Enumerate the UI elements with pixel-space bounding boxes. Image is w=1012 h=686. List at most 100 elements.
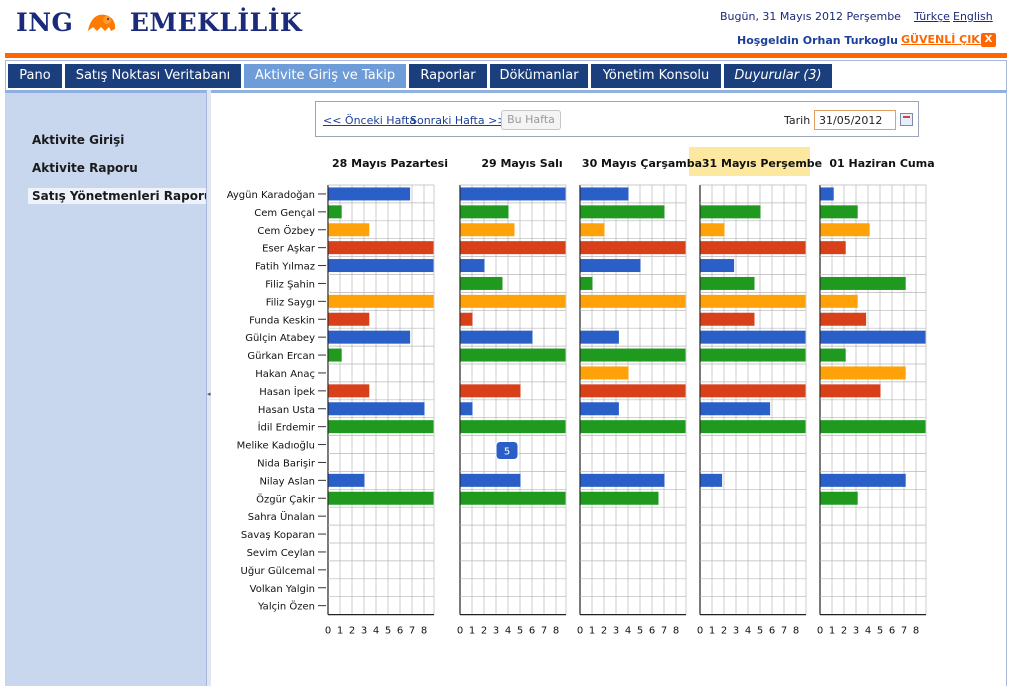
activity-bar[interactable] <box>700 312 755 326</box>
activity-bar[interactable] <box>580 187 629 201</box>
person-label: Cem Özbey <box>257 224 315 237</box>
activity-bar[interactable] <box>700 402 771 416</box>
activity-bar[interactable] <box>328 312 370 326</box>
x-tick-label: 2 <box>349 626 355 637</box>
activity-bar[interactable] <box>820 348 846 362</box>
x-tick-label: 8 <box>793 626 799 637</box>
x-tick-label: 1 <box>829 626 835 637</box>
activity-bar[interactable] <box>460 473 521 487</box>
activity-bar[interactable] <box>820 330 926 344</box>
activity-bar[interactable] <box>328 241 434 255</box>
x-tick-label: 6 <box>769 626 775 637</box>
activity-bar[interactable] <box>580 473 665 487</box>
activity-bar[interactable] <box>580 366 629 380</box>
x-tick-label: 7 <box>541 626 547 637</box>
activity-bar[interactable] <box>580 384 686 398</box>
activity-bar[interactable] <box>328 205 342 219</box>
activity-bar[interactable] <box>820 241 846 255</box>
activity-bar[interactable] <box>460 294 566 308</box>
activity-bar[interactable] <box>700 330 806 344</box>
x-tick-label: 1 <box>709 626 715 637</box>
activity-bar[interactable] <box>580 223 605 237</box>
activity-bar[interactable] <box>460 384 521 398</box>
x-tick-label: 4 <box>745 626 751 637</box>
person-label: Cem Gençal <box>254 208 315 219</box>
activity-bar[interactable] <box>700 420 806 434</box>
x-tick-label: 3 <box>613 626 619 637</box>
activity-bar[interactable] <box>820 366 906 380</box>
x-tick-label: 8 <box>553 626 559 637</box>
person-label: Nida Barişir <box>257 458 316 469</box>
activity-bar[interactable] <box>700 473 723 487</box>
activity-bar[interactable] <box>820 312 867 326</box>
person-label: Fatih Yılmaz <box>255 262 315 273</box>
activity-bar[interactable] <box>460 402 473 416</box>
activity-bar[interactable] <box>820 384 881 398</box>
activity-bar[interactable] <box>328 348 342 362</box>
activity-bar[interactable] <box>460 491 566 505</box>
x-tick-label: 8 <box>673 626 679 637</box>
activity-bar[interactable] <box>580 491 659 505</box>
activity-bar[interactable] <box>580 294 686 308</box>
activity-bar[interactable] <box>820 223 870 237</box>
activity-bar[interactable] <box>580 276 593 290</box>
activity-bar[interactable] <box>580 330 619 344</box>
activity-bar[interactable] <box>700 259 735 273</box>
activity-bar[interactable] <box>328 491 434 505</box>
x-tick-label: 5 <box>385 626 391 637</box>
activity-bar[interactable] <box>460 241 566 255</box>
activity-bar[interactable] <box>820 205 858 219</box>
person-label: Hasan Usta <box>258 405 315 416</box>
activity-bar[interactable] <box>328 223 370 237</box>
activity-bar[interactable] <box>580 402 619 416</box>
person-label: Filiz Şahin <box>265 279 315 290</box>
activity-bar[interactable] <box>700 241 806 255</box>
activity-bar[interactable] <box>820 491 858 505</box>
activity-bar[interactable] <box>328 420 434 434</box>
x-tick-label: 5 <box>637 626 643 637</box>
activity-bar[interactable] <box>328 187 411 201</box>
activity-bar[interactable] <box>700 276 755 290</box>
activity-bar[interactable] <box>820 187 834 201</box>
activity-bar[interactable] <box>460 276 503 290</box>
person-label: Yalçin Özen <box>257 600 315 613</box>
activity-bar[interactable] <box>700 294 806 308</box>
activity-bar[interactable] <box>460 259 485 273</box>
person-label: Volkan Yalgin <box>250 584 315 595</box>
activity-bar[interactable] <box>328 259 434 273</box>
activity-bar[interactable] <box>700 205 761 219</box>
person-label: Aygün Karadoğan <box>227 189 315 201</box>
activity-bar[interactable] <box>700 384 806 398</box>
activity-bar[interactable] <box>328 473 365 487</box>
activity-bar[interactable] <box>460 223 515 237</box>
activity-bar[interactable] <box>460 205 509 219</box>
activity-bar[interactable] <box>580 420 686 434</box>
person-label: Hakan Anaç <box>255 369 315 380</box>
activity-bar[interactable] <box>460 420 566 434</box>
x-tick-label: 0 <box>457 626 463 637</box>
activity-bar[interactable] <box>460 348 566 362</box>
activity-bar[interactable] <box>328 294 434 308</box>
activity-bar[interactable] <box>820 276 906 290</box>
activity-bar[interactable] <box>460 330 533 344</box>
activity-bar[interactable] <box>580 259 641 273</box>
person-label: Gürkan Ercan <box>247 351 315 362</box>
x-tick-label: 5 <box>877 626 883 637</box>
x-tick-label: 2 <box>601 626 607 637</box>
activity-bar[interactable] <box>700 348 806 362</box>
x-tick-label: 5 <box>517 626 523 637</box>
activity-bar[interactable] <box>820 294 858 308</box>
x-tick-label: 7 <box>901 626 907 637</box>
activity-bar[interactable] <box>700 223 725 237</box>
activity-bar[interactable] <box>460 187 566 201</box>
activity-bar[interactable] <box>328 402 425 416</box>
activity-bar[interactable] <box>580 348 686 362</box>
activity-bar[interactable] <box>580 205 665 219</box>
day-header: 30 Mayıs Çarşamba <box>582 157 702 170</box>
activity-bar[interactable] <box>460 312 473 326</box>
activity-bar[interactable] <box>580 241 686 255</box>
activity-bar[interactable] <box>820 420 926 434</box>
activity-bar[interactable] <box>820 473 906 487</box>
activity-bar[interactable] <box>328 330 411 344</box>
activity-bar[interactable] <box>328 384 370 398</box>
